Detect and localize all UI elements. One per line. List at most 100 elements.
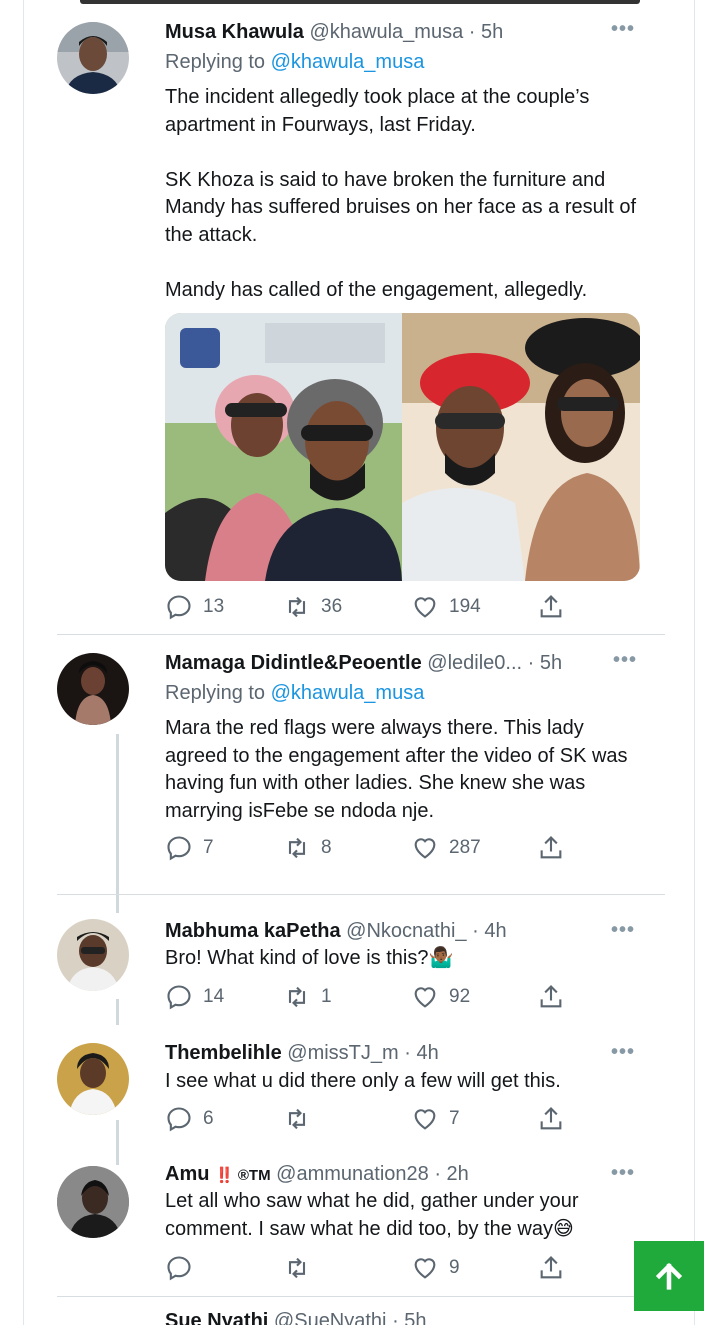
like-button[interactable]: 9	[411, 1253, 460, 1283]
reply-button[interactable]	[165, 1253, 203, 1283]
avatar[interactable]	[57, 1166, 129, 1238]
thread-line	[116, 895, 119, 913]
more-options-icon[interactable]: •••	[611, 18, 635, 41]
like-count: 194	[449, 596, 481, 617]
display-name[interactable]: Amu	[165, 1163, 209, 1185]
heart-icon	[414, 987, 436, 1008]
avatar[interactable]	[57, 1043, 129, 1115]
scroll-to-top-button[interactable]	[634, 1241, 704, 1311]
retweet-button[interactable]	[283, 1253, 321, 1283]
display-name[interactable]: Mabhuma kaPetha	[165, 920, 341, 942]
replying-to-link[interactable]: @khawula_musa	[271, 682, 425, 704]
tweet-actions: 6 7	[165, 1104, 585, 1134]
share-button[interactable]	[537, 1104, 565, 1134]
replying-to: Replying to @khawula_musa	[165, 49, 424, 75]
reply-count: 14	[203, 986, 225, 1007]
user-handle[interactable]: @SueNyathi	[274, 1310, 387, 1325]
thread-line	[116, 734, 119, 894]
user-handle[interactable]: @ledile0...	[427, 652, 522, 674]
tweet-text: Mara the red flags were always there. Th…	[165, 717, 628, 822]
thread-line	[116, 999, 119, 1025]
like-button[interactable]: 92	[411, 982, 470, 1012]
retweet-icon	[288, 837, 306, 859]
replying-to: Replying to @khawula_musa	[165, 680, 424, 706]
display-name[interactable]: Sue Nyathi	[165, 1310, 268, 1325]
tweet-text: Let all who saw what he did, gather unde…	[165, 1190, 579, 1240]
avatar[interactable]	[57, 22, 129, 94]
replying-to-link[interactable]: @khawula_musa	[271, 51, 425, 73]
more-options-icon[interactable]: •••	[611, 1162, 635, 1185]
tweet-header: Thembelihle @missTJ_m · 4h	[165, 1041, 439, 1065]
more-options-icon[interactable]: •••	[611, 1041, 635, 1064]
reply-button[interactable]: 6	[165, 1104, 214, 1134]
display-name[interactable]: Thembelihle	[165, 1042, 282, 1064]
reply-button[interactable]: 14	[165, 982, 224, 1012]
retweet-count: 8	[321, 837, 332, 858]
timestamp[interactable]: · 5h	[528, 652, 562, 674]
replying-to-label: Replying to	[165, 51, 266, 73]
timestamp[interactable]: · 5h	[392, 1310, 426, 1325]
heart-icon	[414, 597, 436, 618]
timestamp[interactable]: · 2h	[434, 1163, 468, 1185]
like-count: 287	[449, 837, 481, 858]
tweet-header: Amu ‼️ ®TM @ammunation28 · 2h	[165, 1162, 469, 1188]
replying-to-label: Replying to	[165, 682, 266, 704]
share-icon	[540, 1256, 562, 1279]
tweet-mamaga-didintle[interactable]: Mamaga Didintle&Peoentle @ledile0... · 5…	[57, 634, 665, 894]
reply-button[interactable]: 7	[165, 833, 214, 863]
timestamp[interactable]: · 4h	[472, 920, 506, 942]
tweet-photo[interactable]	[165, 313, 640, 581]
tweet-sue-nyathi[interactable]: Sue Nyathi @SueNyathi · 5h	[57, 1297, 665, 1325]
tweet-actions: 13 36 194	[165, 592, 585, 622]
reply-count: 7	[203, 837, 214, 858]
share-icon	[540, 1107, 562, 1130]
tweet-mabhuma-kapetha[interactable]: Mabhuma kaPetha @Nkocnathi_ · 4h ••• Bro…	[57, 895, 665, 1025]
user-handle[interactable]: @Nkocnathi_	[346, 920, 466, 942]
retweet-icon	[288, 1108, 306, 1130]
reply-icon	[167, 595, 191, 620]
reply-icon	[167, 1107, 191, 1132]
user-handle[interactable]: @ammunation28	[276, 1163, 429, 1185]
retweet-icon	[288, 596, 306, 618]
tweet-amu[interactable]: Amu ‼️ ®TM @ammunation28 · 2h ••• Let al…	[57, 1150, 665, 1295]
tweet-text: I see what u did there only a few will g…	[165, 1070, 561, 1092]
tweet-actions: 9	[165, 1253, 585, 1283]
like-button[interactable]: 7	[411, 1104, 460, 1134]
reply-icon	[167, 1256, 191, 1281]
user-handle[interactable]: @missTJ_m	[287, 1042, 398, 1064]
reply-icon	[167, 836, 191, 861]
tweet-header: Mamaga Didintle&Peoentle @ledile0... · 5…	[165, 651, 562, 675]
display-name[interactable]: Mamaga Didintle&Peoentle	[165, 652, 422, 674]
tweet-thembelihle[interactable]: Thembelihle @missTJ_m · 4h ••• I see wha…	[57, 1025, 665, 1165]
retweet-button[interactable]: 1	[283, 982, 332, 1012]
avatar[interactable]	[57, 919, 129, 991]
tweet-header: Sue Nyathi @SueNyathi · 5h	[165, 1309, 427, 1325]
retweet-count: 1	[321, 986, 332, 1007]
display-name[interactable]: Musa Khawula	[165, 21, 304, 43]
share-button[interactable]	[537, 833, 565, 863]
retweet-button[interactable]	[283, 1104, 321, 1134]
share-button[interactable]	[537, 592, 565, 622]
more-options-icon[interactable]: •••	[611, 919, 635, 942]
like-button[interactable]: 287	[411, 833, 481, 863]
retweet-icon	[288, 1257, 306, 1279]
share-icon	[540, 985, 562, 1008]
timestamp[interactable]: · 5h	[469, 21, 503, 43]
like-button[interactable]: 194	[411, 592, 481, 622]
name-badge: ‼️ ®TM	[215, 1167, 271, 1184]
share-button[interactable]	[537, 1253, 565, 1283]
tweet-header: Musa Khawula @khawula_musa · 5h	[165, 20, 503, 44]
tweet-musa-khawula[interactable]: Musa Khawula @khawula_musa · 5h ••• Repl…	[57, 0, 665, 634]
avatar[interactable]	[57, 653, 129, 725]
tweet-header: Mabhuma kaPetha @Nkocnathi_ · 4h	[165, 919, 507, 943]
timestamp[interactable]: · 4h	[404, 1042, 438, 1064]
retweet-button[interactable]: 8	[283, 833, 332, 863]
share-button[interactable]	[537, 982, 565, 1012]
tweet-text: Bro! What kind of love is this?🤷🏾‍♂️	[165, 947, 454, 969]
retweet-button[interactable]: 36	[283, 592, 342, 622]
like-count: 92	[449, 986, 471, 1007]
share-icon	[540, 595, 562, 618]
reply-button[interactable]: 13	[165, 592, 224, 622]
user-handle[interactable]: @khawula_musa	[309, 21, 463, 43]
more-options-icon[interactable]: •••	[613, 649, 637, 672]
